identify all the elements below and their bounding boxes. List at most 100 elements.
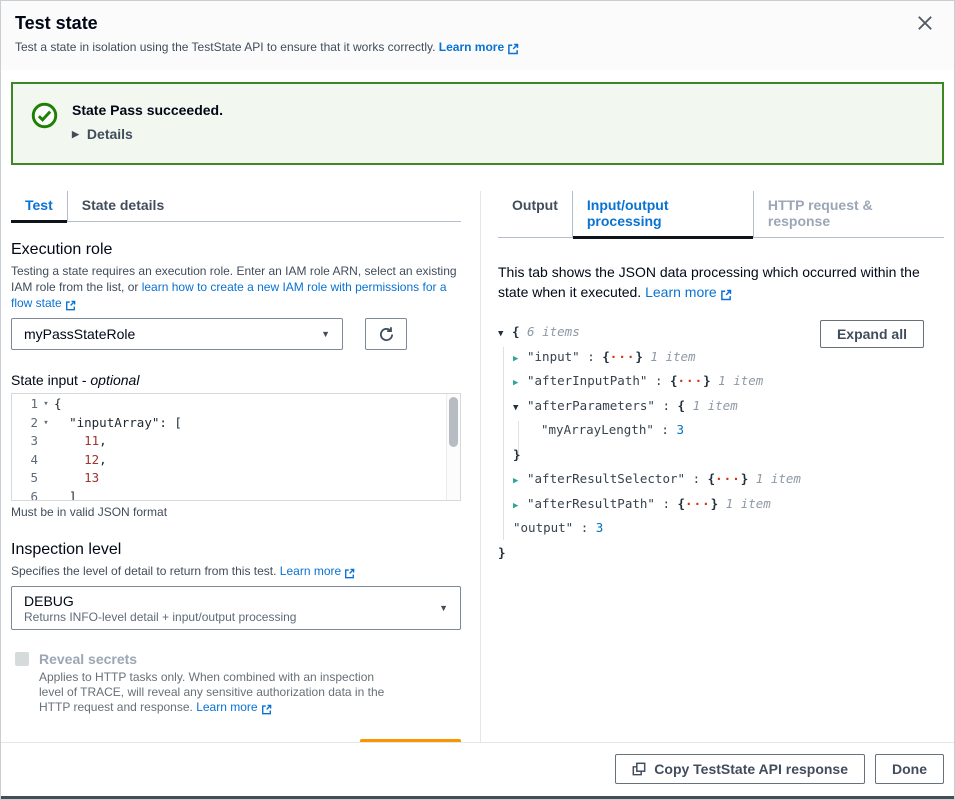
json-tree-row: ▼"afterParameters" : { 1 item: [498, 394, 944, 419]
editor-lines: 1▾{2▾ "inputArray": [3 11,4 12,5 136 ]: [12, 395, 446, 500]
expand-icon[interactable]: ▶: [513, 347, 527, 372]
item-count: 1 item: [685, 398, 738, 413]
json-key: "output": [513, 520, 573, 535]
json-colon: :: [655, 496, 678, 511]
json-key: "myArrayLength": [541, 422, 654, 437]
details-expander[interactable]: ▶ Details: [72, 126, 223, 142]
editor-line: 1▾{: [12, 395, 446, 414]
reveal-secrets-row: Reveal secrets: [11, 651, 461, 667]
json-tree-row: ▶"afterResultSelector" : {···} 1 item: [498, 467, 944, 492]
open-brace: {: [678, 398, 686, 413]
item-count: 1 item: [748, 471, 801, 486]
external-link-icon: [720, 284, 732, 304]
json-tree-row: "output" : 3: [498, 516, 944, 541]
json-tree-rows: ▼{ 6 items▶"input" : {···} 1 item▶"after…: [498, 320, 944, 565]
close-button[interactable]: [916, 11, 940, 35]
expand-details-icon: ▶: [72, 129, 79, 140]
processing-learn-more-link[interactable]: Learn more: [645, 284, 732, 300]
refresh-icon: [378, 326, 395, 343]
json-tree-row: ▶"afterInputPath" : {···} 1 item: [498, 369, 944, 394]
external-link-icon: [261, 702, 272, 717]
dialog-description: Test a state in isolation using the Test…: [15, 40, 938, 56]
header-learn-more-link[interactable]: Learn more: [439, 40, 519, 54]
reveal-secrets-checkbox: [15, 652, 29, 666]
expand-icon[interactable]: ▶: [513, 494, 527, 519]
json-tree-row: "myArrayLength" : 3: [498, 418, 944, 443]
execution-role-value: myPassStateRole: [24, 326, 321, 342]
execution-role-label: Execution role: [11, 241, 461, 259]
window-bottom-edge: [1, 796, 954, 799]
inspection-learn-more-link[interactable]: Learn more: [280, 564, 355, 578]
fold-icon[interactable]: ▾: [38, 395, 54, 414]
tab-http-request-response: HTTP request & response: [753, 191, 944, 237]
json-colon: :: [655, 398, 678, 413]
done-button[interactable]: Done: [875, 754, 944, 784]
line-number: 6: [12, 488, 38, 501]
test-panel: Test State details Execution role Testin…: [1, 191, 480, 742]
open-brace: {: [670, 373, 678, 388]
tab-input-output-processing[interactable]: Input/output processing: [572, 191, 753, 237]
collapsed-dots[interactable]: ···: [610, 349, 636, 364]
state-input-editor[interactable]: 1▾{2▾ "inputArray": [3 11,4 12,5 136 ]: [11, 393, 461, 501]
expand-icon[interactable]: ▶: [513, 469, 527, 494]
json-tree-row: }: [498, 541, 944, 566]
state-name: Pass: [110, 102, 143, 118]
scrollbar-thumb[interactable]: [449, 397, 458, 447]
line-number: 3: [12, 432, 38, 451]
editor-line: 6 ]: [12, 488, 446, 501]
line-number: 2: [12, 414, 38, 433]
collapsed-dots[interactable]: ···: [715, 471, 741, 486]
collapse-icon[interactable]: ▼: [513, 396, 527, 421]
inspection-level-value-description: Returns INFO-level detail + input/output…: [24, 610, 439, 624]
collapsed-dots[interactable]: ···: [678, 373, 704, 388]
line-number: 5: [12, 469, 38, 488]
copy-icon: [632, 762, 646, 776]
execution-role-select[interactable]: myPassStateRole ▼: [11, 318, 343, 350]
json-tree-row: ▶"input" : {···} 1 item: [498, 345, 944, 370]
collapse-icon[interactable]: ▼: [498, 322, 512, 347]
json-key: "afterResultPath": [527, 496, 655, 511]
code-text: "inputArray": [: [54, 414, 182, 433]
inspection-level-description: Specifies the level of detail to return …: [11, 563, 461, 581]
code-text: ]: [54, 488, 77, 501]
json-key: "input": [527, 349, 580, 364]
code-text: 11,: [54, 432, 107, 451]
json-key: "afterInputPath": [527, 373, 647, 388]
fold-gap: [38, 488, 54, 501]
editor-scrollbar[interactable]: [446, 394, 460, 500]
banner-message: State Pass succeeded.: [72, 102, 223, 118]
item-count: 1 item: [718, 496, 771, 511]
tab-test[interactable]: Test: [11, 191, 67, 221]
reveal-secrets-learn-more-link[interactable]: Learn more: [196, 700, 271, 714]
close-brace: }: [703, 373, 711, 388]
dialog-body: Test State details Execution role Testin…: [1, 165, 954, 742]
reveal-secrets-description: Applies to HTTP tasks only. When combine…: [39, 670, 389, 717]
copy-api-response-button[interactable]: Copy TestState API response: [615, 754, 865, 784]
fold-icon[interactable]: ▾: [38, 414, 54, 433]
dialog-header: Test state Test a state in isolation usi…: [1, 1, 954, 70]
editor-line: 5 13: [12, 469, 446, 488]
open-brace: {: [512, 324, 520, 339]
dialog-footer: Copy TestState API response Done: [1, 742, 954, 796]
json-format-hint: Must be in valid JSON format: [11, 505, 461, 519]
collapsed-dots[interactable]: ···: [685, 496, 711, 511]
json-tree-row: ▶"afterResultPath" : {···} 1 item: [498, 492, 944, 517]
execution-role-description: Testing a state requires an execution ro…: [11, 263, 461, 313]
inspection-level-label: Inspection level: [11, 541, 461, 559]
inspection-level-select[interactable]: DEBUG Returns INFO-level detail + input/…: [11, 586, 461, 630]
tab-output[interactable]: Output: [498, 191, 572, 237]
tab-state-details[interactable]: State details: [67, 191, 178, 221]
chevron-down-icon: ▼: [439, 603, 448, 613]
json-tree: Expand all ▼{ 6 items▶"input" : {···} 1 …: [498, 320, 944, 565]
close-icon: [916, 14, 940, 32]
processing-tab-description: This tab shows the JSON data processing …: [498, 262, 944, 304]
expand-icon[interactable]: ▶: [513, 371, 527, 396]
code-text: {: [54, 395, 62, 414]
success-banner: State Pass succeeded. ▶ Details: [11, 82, 944, 165]
close-brace: }: [635, 349, 643, 364]
json-key: "afterParameters": [527, 398, 655, 413]
test-state-dialog: Test state Test a state in isolation usi…: [0, 0, 955, 800]
refresh-roles-button[interactable]: [365, 318, 407, 350]
editor-line: 2▾ "inputArray": [: [12, 414, 446, 433]
line-number: 1: [12, 395, 38, 414]
